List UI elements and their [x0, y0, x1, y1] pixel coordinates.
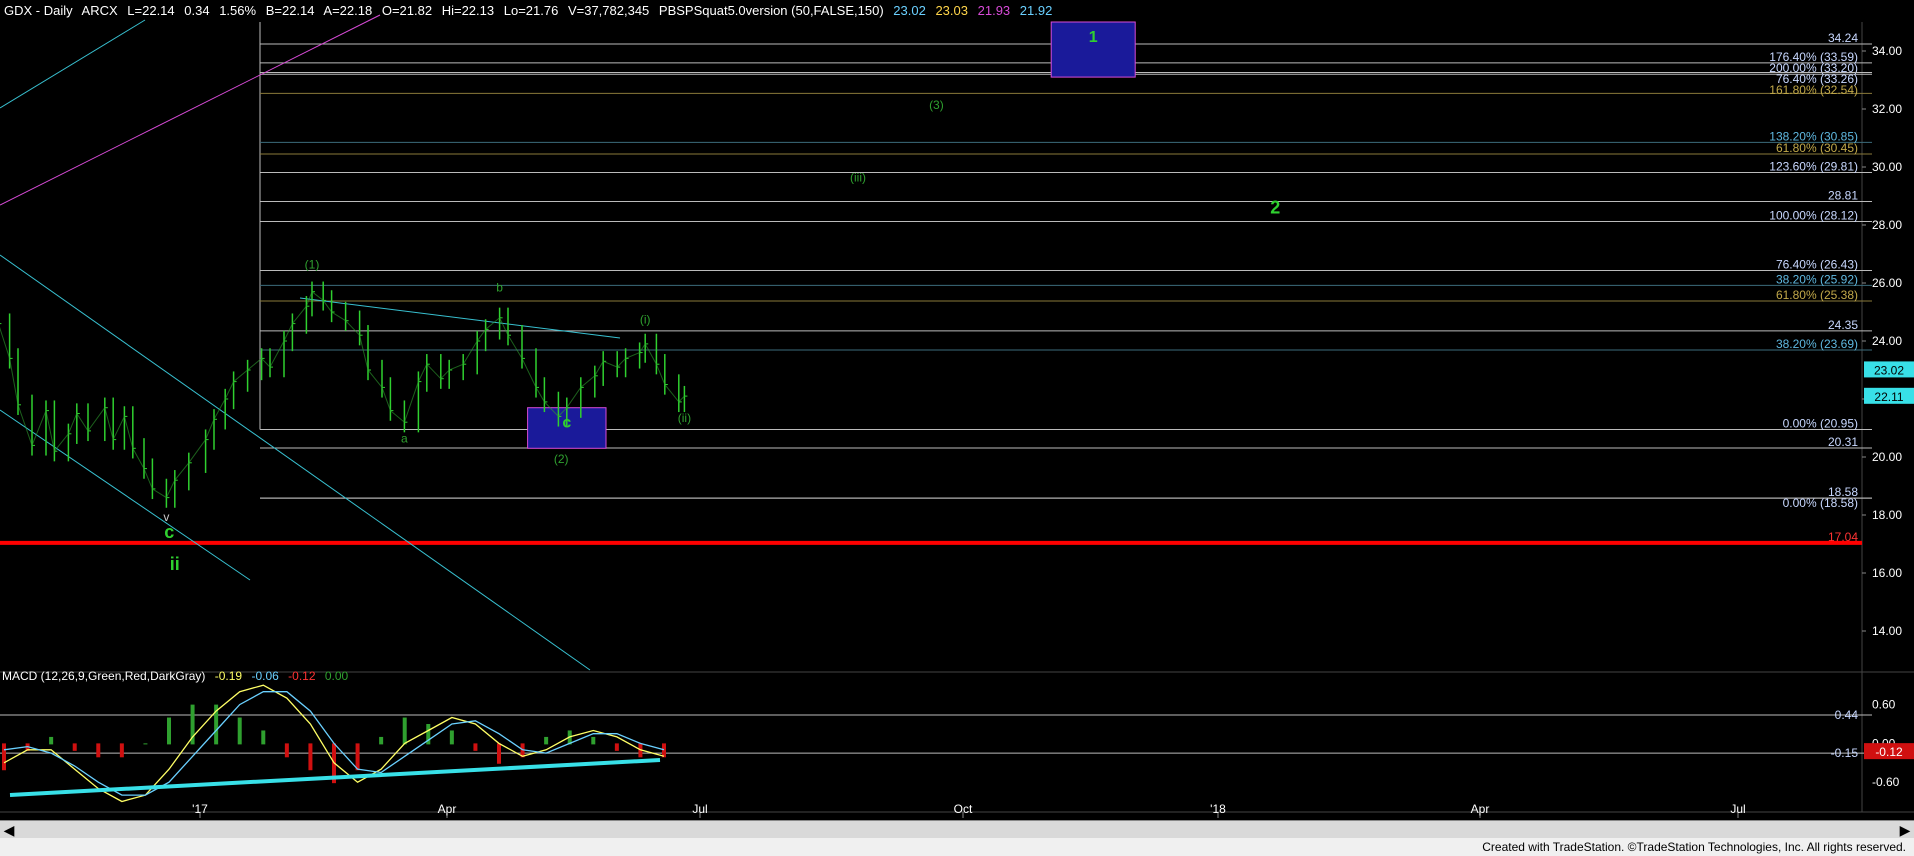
magenta-trendline — [0, 14, 381, 206]
footer-credit: Created with TradeStation. ©TradeStation… — [0, 838, 1914, 856]
macd-histogram-bar — [96, 743, 101, 758]
price-badge-text: 22.11 — [1874, 390, 1903, 404]
channel-line-upper — [0, 254, 591, 671]
level-label: 161.80% (32.54) — [1769, 83, 1858, 97]
level-label: 0.00% (18.58) — [1783, 496, 1858, 510]
price-badge-text: 23.02 — [1874, 363, 1904, 377]
macd-histogram-bar — [591, 736, 596, 745]
level-label: 100.00% (28.12) — [1769, 209, 1858, 223]
macd-value-3: -0.12 — [288, 669, 316, 683]
time-tick-label: '18 — [1210, 802, 1226, 816]
price-tick-label: 28.00 — [1872, 218, 1902, 232]
macd-badge-text: -0.12 — [1875, 745, 1903, 759]
macd-tick-label: -0.60 — [1872, 775, 1900, 789]
macd-level-label: 0.44 — [1835, 708, 1859, 722]
wave-label: (2) — [554, 452, 569, 466]
macd-histogram-bar — [379, 736, 384, 745]
level-label: 17.04 — [1828, 530, 1858, 544]
price-series-line — [0, 290, 685, 499]
price-tick-label: 30.00 — [1872, 160, 1902, 174]
wave-label: b — [496, 281, 503, 295]
scroll-right-arrow-icon[interactable]: ▶ — [1898, 822, 1912, 838]
price-tick-label: 24.00 — [1872, 334, 1902, 348]
level-label: 34.24 — [1828, 31, 1858, 45]
level-label: 28.81 — [1828, 189, 1858, 203]
price-chart[interactable]: 34.24176.40% (33.59)200.00% (33.20)76.40… — [0, 0, 1914, 820]
macd-tick-label: 0.60 — [1872, 698, 1896, 712]
macd-histogram-bar — [355, 743, 360, 771]
level-label: 0.00% (20.95) — [1783, 416, 1858, 430]
price-tick-label: 26.00 — [1872, 276, 1902, 290]
wave-label: 2 — [1270, 197, 1280, 217]
wave-label: a — [401, 432, 408, 446]
price-tick-label: 32.00 — [1872, 102, 1902, 116]
level-label: 76.40% (26.43) — [1776, 258, 1858, 272]
macd-histogram-bar — [614, 743, 619, 751]
macd-histogram-bar — [308, 743, 313, 771]
macd-histogram-bar — [2, 743, 6, 771]
time-tick-label: Oct — [954, 802, 973, 816]
footer-credit-text: Created with TradeStation. ©TradeStation… — [1482, 840, 1906, 854]
time-tick-label: '17 — [192, 802, 208, 816]
macd-value-2: -0.06 — [251, 669, 279, 683]
macd-histogram-bar — [119, 743, 124, 758]
price-tick-label: 20.00 — [1872, 450, 1902, 464]
box-label: 1 — [1089, 29, 1098, 46]
price-tick-label: 16.00 — [1872, 566, 1902, 580]
wave-label: (i) — [640, 313, 651, 327]
time-tick-label: Apr — [1471, 802, 1490, 816]
level-label: 61.80% (25.38) — [1776, 288, 1858, 302]
level-label: 20.31 — [1828, 435, 1858, 449]
level-label: 123.60% (29.81) — [1769, 160, 1858, 174]
wave-label: ii — [170, 554, 180, 574]
level-label: 38.20% (23.69) — [1776, 337, 1858, 351]
price-tick-label: 14.00 — [1872, 624, 1902, 638]
macd-histogram-bar — [662, 743, 666, 758]
level-label: 61.80% (30.45) — [1776, 141, 1858, 155]
macd-histogram-bar — [473, 743, 478, 751]
macd-histogram-bar — [497, 743, 501, 764]
macd-histogram-bar — [72, 743, 77, 751]
macd-histogram-bar — [402, 717, 407, 745]
macd-level-label: -0.15 — [1831, 746, 1859, 760]
scroll-left-arrow-icon[interactable]: ◀ — [2, 822, 16, 838]
level-label: 24.35 — [1828, 318, 1858, 332]
price-tick-label: 34.00 — [1872, 44, 1902, 58]
macd-histogram-bar — [167, 717, 171, 745]
level-label: 38.20% (25.92) — [1776, 272, 1858, 286]
price-tick-label: 18.00 — [1872, 508, 1902, 522]
macd-histogram-bar — [544, 736, 549, 745]
macd-histogram-bar — [49, 736, 54, 745]
wave-label: (1) — [305, 258, 320, 272]
time-tick-label: Apr — [438, 802, 457, 816]
macd-histogram-bar — [143, 743, 148, 745]
macd-histogram-bar — [237, 717, 242, 745]
wave-label: (iii) — [850, 171, 866, 185]
macd-label: MACD (12,26,9,Green,Red,DarkGray) — [2, 669, 206, 683]
macd-value-1: -0.19 — [214, 669, 243, 683]
wave-label: (3) — [929, 98, 944, 112]
macd-header: MACD (12,26,9,Green,Red,DarkGray) -0.19 … — [2, 669, 354, 687]
time-tick-label: Jul — [1730, 802, 1745, 816]
macd-histogram-bar — [284, 743, 289, 758]
macd-histogram-bar — [449, 730, 454, 745]
macd-histogram-bar — [261, 730, 266, 745]
channel-line-top — [0, 19, 146, 109]
horizontal-scrollbar[interactable]: ◀ ▶ — [0, 820, 1914, 839]
wave-label: (ii) — [678, 411, 691, 425]
macd-value-4: 0.00 — [324, 669, 349, 683]
time-tick-label: Jul — [692, 802, 707, 816]
wave-label: c — [164, 522, 174, 542]
triangle-trendline — [299, 297, 621, 339]
